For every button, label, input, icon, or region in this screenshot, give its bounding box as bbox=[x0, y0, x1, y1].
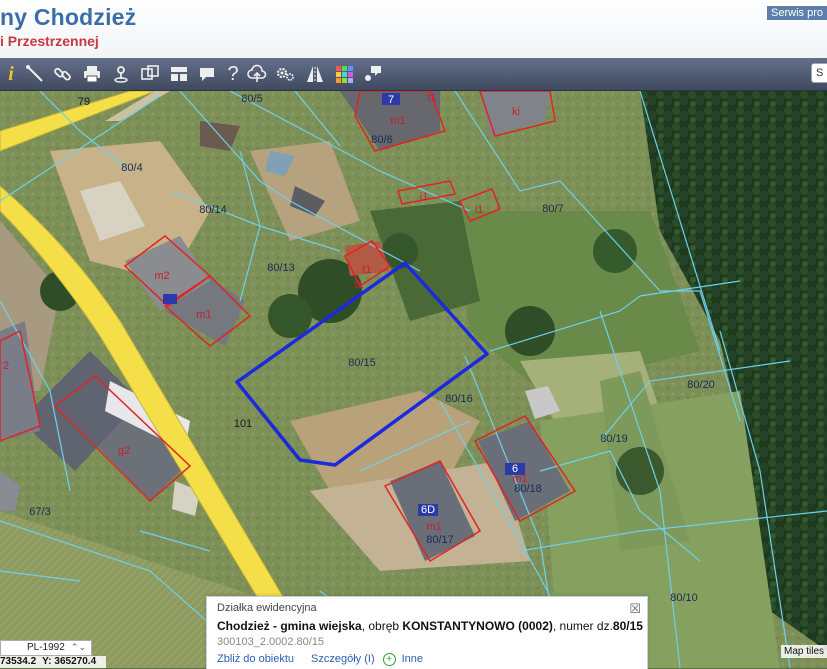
parcel-label[interactable]: 80/7 bbox=[542, 203, 563, 215]
measure-line-icon[interactable] bbox=[24, 63, 46, 85]
building-label: ki bbox=[512, 106, 520, 118]
road-icon[interactable] bbox=[304, 63, 326, 85]
map-view[interactable]: 80/5 80/6 80/4 80/14 80/13 80/7 80/15 80… bbox=[0, 91, 827, 668]
building-label: t1 bbox=[362, 264, 372, 276]
building-label: m1 bbox=[390, 115, 406, 127]
zoom-to-object-link[interactable]: Zbliż do obiektu bbox=[217, 653, 294, 666]
link-icon[interactable] bbox=[52, 63, 74, 85]
x-coordinate: 73534.2 bbox=[0, 656, 37, 667]
building-label: t1 bbox=[427, 92, 437, 104]
close-icon[interactable]: ☒ bbox=[629, 601, 641, 617]
service-link[interactable]: Serwis pro bbox=[767, 6, 827, 20]
coordinate-readout: 73534.2 Y: 365270.4 bbox=[0, 656, 107, 668]
parcel-label[interactable]: 80/5 bbox=[241, 93, 262, 105]
popup-title: Działka ewidencyjna bbox=[217, 602, 317, 614]
speech-bubble-icon[interactable] bbox=[196, 63, 218, 85]
parcel-label[interactable]: 80/20 bbox=[687, 379, 715, 391]
pin-icon[interactable] bbox=[110, 63, 132, 85]
building-label: g2 bbox=[117, 445, 131, 457]
app-header: ny Chodzież i Przestrzennej Serwis pro bbox=[0, 0, 827, 59]
y-coordinate-label: Y: bbox=[42, 656, 52, 667]
parcel-label-selected[interactable]: 80/15 bbox=[348, 357, 376, 369]
building-label: 2 bbox=[2, 360, 10, 372]
parcel-label[interactable]: 67/3 bbox=[29, 506, 50, 518]
srs-select[interactable]: PL-1992 ⌃⌄ bbox=[0, 640, 92, 656]
parcel-label[interactable]: 80/13 bbox=[267, 262, 295, 274]
print-icon[interactable] bbox=[81, 63, 103, 85]
building-label: i1 bbox=[419, 191, 429, 203]
building-label: i1 bbox=[474, 204, 484, 216]
parcel-label[interactable]: 80/19 bbox=[600, 433, 628, 445]
popup-parcel-number: 80/15 bbox=[612, 619, 643, 633]
building-label: m2 bbox=[154, 270, 170, 282]
parcel-label[interactable]: 80/6 bbox=[371, 134, 392, 146]
map-toolbar: i ? bbox=[0, 58, 827, 91]
srs-value: PL-1992 bbox=[27, 642, 65, 653]
search-input[interactable] bbox=[811, 63, 827, 83]
info-icon[interactable]: i bbox=[0, 63, 22, 85]
popup-municipality: Chodzież - gmina wiejska bbox=[217, 619, 362, 633]
map-attribution[interactable]: Map tiles bbox=[780, 645, 827, 658]
building-number-label: 6 bbox=[511, 463, 519, 475]
parcel-label[interactable]: 80/14 bbox=[199, 204, 227, 216]
help-icon[interactable]: ? bbox=[222, 63, 244, 85]
layout-icon[interactable] bbox=[168, 63, 190, 85]
plus-icon[interactable]: + bbox=[382, 653, 396, 666]
building-number-label: 6D bbox=[420, 504, 436, 516]
y-coordinate: 365270.4 bbox=[54, 656, 97, 667]
layers-compare-icon[interactable] bbox=[139, 63, 161, 85]
app-title: ny Chodzież bbox=[0, 4, 137, 30]
cloud-upload-icon[interactable] bbox=[246, 63, 268, 85]
parcel-info-popup: Działka ewidencyjna ☒ Chodzież - gmina w… bbox=[206, 596, 648, 669]
parcel-identifier: 300103_2.0002.80/15 bbox=[217, 636, 325, 648]
building-label: m1 bbox=[426, 521, 442, 533]
chat-icon[interactable] bbox=[362, 63, 384, 85]
building-number-label: 7 bbox=[387, 94, 395, 106]
road-label: 101 bbox=[233, 418, 253, 430]
popup-obreb: KONSTANTYNOWO (0002) bbox=[402, 619, 553, 633]
road-label: 79 bbox=[77, 96, 91, 108]
chevron-updown-icon: ⌃⌄ bbox=[70, 642, 86, 652]
building-label: t1 bbox=[354, 279, 364, 291]
parcel-description: Chodzież - gmina wiejska, obręb KONSTANT… bbox=[217, 619, 643, 633]
parcel-label[interactable]: 80/4 bbox=[121, 162, 142, 174]
parcel-label[interactable]: 80/16 bbox=[445, 393, 473, 405]
app-subtitle: i Przestrzennej bbox=[0, 33, 99, 49]
details-link[interactable]: Szczegóły (I) bbox=[311, 653, 375, 666]
settings-icon[interactable] bbox=[274, 63, 296, 85]
popup-actions: Zbliż do obiektu Szczegóły (I) + Inne bbox=[217, 653, 423, 666]
building-label: m1 bbox=[196, 309, 212, 321]
parcel-label[interactable]: 80/17 bbox=[426, 534, 454, 546]
parcel-label[interactable]: 80/10 bbox=[670, 592, 698, 604]
color-grid-icon[interactable] bbox=[333, 63, 355, 85]
more-link[interactable]: Inne bbox=[402, 653, 423, 666]
